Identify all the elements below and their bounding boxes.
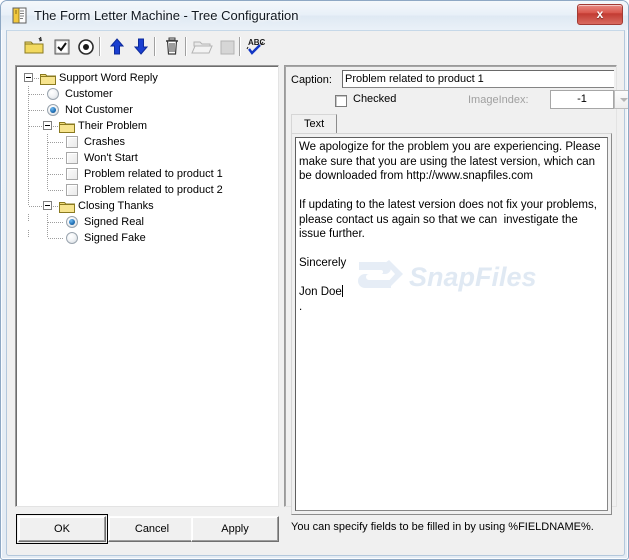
tree-expander[interactable] <box>43 201 52 210</box>
tree-node[interactable]: Crashes <box>16 134 278 150</box>
new-checkbox-icon[interactable] <box>50 35 74 58</box>
tree-node[interactable]: Support Word Reply <box>16 70 278 86</box>
fieldname-hint: You can specify fields to be filled in b… <box>291 521 594 533</box>
toolbar-separator <box>154 37 155 56</box>
tree-node-label: Closing Thanks <box>78 200 154 212</box>
tab-strip: Text <box>291 114 612 134</box>
form-letter-icon <box>10 6 29 25</box>
close-icon: x <box>596 7 604 21</box>
open-folder-icon <box>191 35 215 58</box>
tree-expander[interactable] <box>24 73 33 82</box>
checkbox-off-icon[interactable] <box>66 184 78 196</box>
tree-node[interactable]: Not Customer <box>16 102 278 118</box>
spellcheck-abc-icon[interactable]: ABC <box>243 35 267 58</box>
folder-icon <box>59 120 75 133</box>
tree-node[interactable]: Their Problem <box>16 118 278 134</box>
imageindex-value: -1 <box>550 90 614 109</box>
node-details-panel: Caption: Checked ImageIndex: -1 Text Sna <box>284 65 628 533</box>
letter-body: We apologize for the problem you are exp… <box>299 141 601 298</box>
tree-node-label: Support Word Reply <box>59 72 158 84</box>
tree-node[interactable]: Closing Thanks <box>16 198 278 214</box>
tree-node-label: Their Problem <box>78 120 148 132</box>
tree-node-label: Won't Start <box>84 152 138 164</box>
caption-input[interactable] <box>342 70 614 88</box>
dialog-window: The Form Letter Machine - Tree Configura… <box>0 0 629 560</box>
tree-node[interactable]: Problem related to product 1 <box>16 166 278 182</box>
radio-on-icon[interactable] <box>47 104 59 116</box>
radio-off-icon[interactable] <box>66 232 78 244</box>
tree-node[interactable]: Signed Fake <box>16 230 278 246</box>
title-bar: The Form Letter Machine - Tree Configura… <box>1 1 628 30</box>
tree-node-label: Problem related to product 2 <box>84 184 223 196</box>
tree-node-label: Crashes <box>84 136 125 148</box>
tree-expander[interactable] <box>43 121 52 130</box>
toolbar: ABC <box>7 31 624 62</box>
ok-button[interactable]: OK <box>16 514 108 544</box>
toolbar-separator <box>185 37 186 56</box>
checked-label: Checked <box>353 93 397 105</box>
tree-node-label: Customer <box>65 88 113 100</box>
tab-panel-text: SnapFiles We apologize for the problem y… <box>291 133 612 515</box>
tab-text[interactable]: Text <box>291 114 338 134</box>
letter-text-content: We apologize for the problem you are exp… <box>299 140 604 314</box>
checked-checkbox[interactable] <box>335 95 347 107</box>
close-button[interactable]: x <box>577 4 623 25</box>
radio-off-icon[interactable] <box>47 88 59 100</box>
tree-node[interactable]: Won't Start <box>16 150 278 166</box>
radio-on-icon[interactable] <box>66 216 78 228</box>
toolbar-separator <box>239 37 240 56</box>
folder-icon <box>59 200 75 213</box>
text-caret <box>341 285 343 297</box>
stop-square-icon <box>215 35 239 58</box>
checkbox-off-icon[interactable] <box>66 136 78 148</box>
chevron-down-icon <box>614 90 628 109</box>
move-down-icon[interactable] <box>129 35 153 58</box>
folder-icon <box>40 72 56 85</box>
client-area: ABC Support Word Reply Customer Not Custom… <box>6 30 628 556</box>
tree-node-label: Signed Real <box>84 216 144 228</box>
delete-trash-icon[interactable] <box>160 35 184 58</box>
tree-node-label: Not Customer <box>65 104 133 116</box>
tree-node[interactable]: Customer <box>16 86 278 102</box>
new-radio-icon[interactable] <box>74 35 98 58</box>
imageindex-label: ImageIndex: <box>468 94 529 106</box>
tree-node-label: Problem related to product 1 <box>84 168 223 180</box>
move-up-icon[interactable] <box>105 35 129 58</box>
letter-trailing-line: . <box>299 300 303 313</box>
checkbox-off-icon[interactable] <box>66 168 78 180</box>
window-title: The Form Letter Machine - Tree Configura… <box>34 8 299 23</box>
checkbox-off-icon[interactable] <box>66 152 78 164</box>
toolbar-separator <box>99 37 100 56</box>
new-folder-icon[interactable] <box>22 35 46 58</box>
tree-node[interactable]: Problem related to product 2 <box>16 182 278 198</box>
tree-view[interactable]: Support Word Reply Customer Not Customer Th… <box>15 65 279 507</box>
apply-button[interactable]: Apply <box>191 516 279 542</box>
caption-label: Caption: <box>291 74 332 86</box>
cancel-button[interactable]: Cancel <box>108 516 196 542</box>
tree-node[interactable]: Signed Real <box>16 214 278 230</box>
letter-text-area[interactable]: SnapFiles We apologize for the problem y… <box>295 137 608 511</box>
tree-node-label: Signed Fake <box>84 232 146 244</box>
